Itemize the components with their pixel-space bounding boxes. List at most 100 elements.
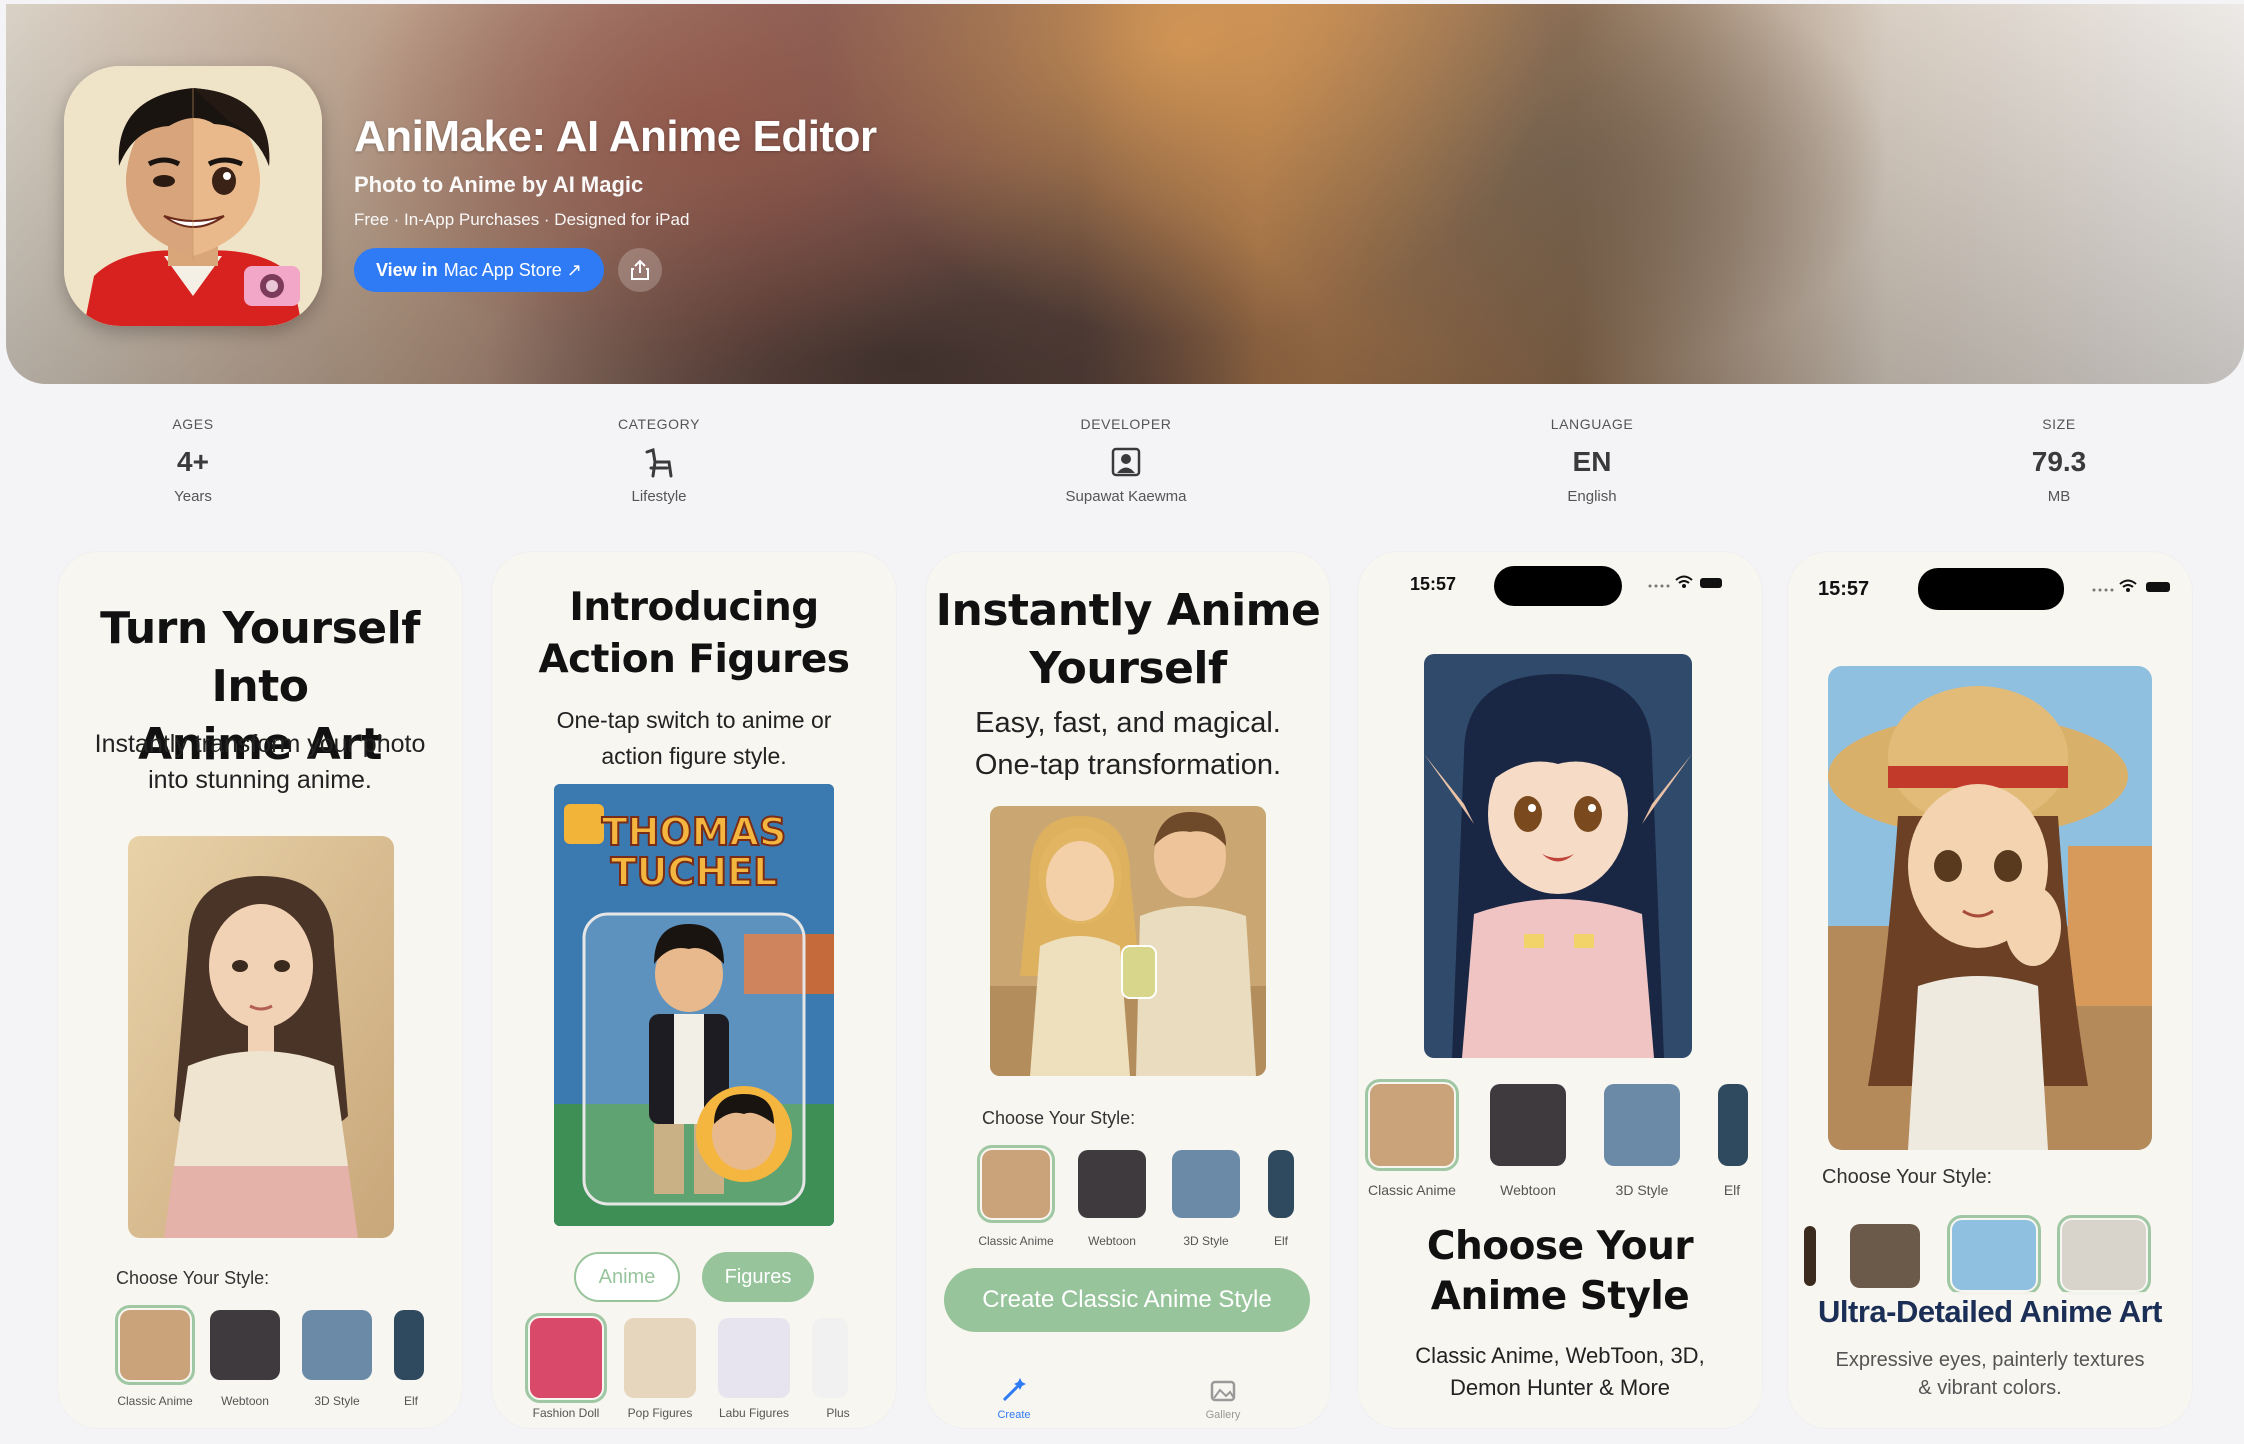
info-sub: Years [174, 488, 212, 505]
card-headline: Introducing [569, 585, 819, 630]
info-developer: DEVELOPER Supawat Kaewma [976, 416, 1276, 505]
nav-gallery-tab[interactable]: Gallery [1188, 1376, 1258, 1421]
thumb-caption: Pop Figures [627, 1406, 693, 1420]
card-subtext: Easy, fast, and magical. [975, 707, 1281, 739]
info-label: SIZE [2042, 416, 2076, 432]
screenshot-card-2[interactable]: Introducing Action Figures One-tap switc… [492, 552, 896, 1428]
card-subtext: Classic Anime, WebToon, 3D, [1415, 1343, 1705, 1368]
style-thumb-classic-anime[interactable] [977, 1145, 1055, 1223]
magic-wand-icon [1002, 1378, 1026, 1402]
style-thumb-elf[interactable] [1718, 1084, 1748, 1166]
screenshot-card-1[interactable]: Turn Yourself Into Anime Art Instantly t… [58, 552, 462, 1428]
action-figure-box-image: THOMAS TUCHEL [554, 784, 834, 1226]
thumb-caption: Classic Anime [978, 1234, 1054, 1248]
tab-figures[interactable]: Figures [702, 1252, 814, 1302]
anime-elf-girl-image [1424, 654, 1692, 1058]
dynamic-island [1494, 566, 1622, 606]
anime-straw-hat-girl-image [1828, 666, 2152, 1150]
card-subtext: & vibrant colors. [1918, 1377, 2062, 1399]
share-icon [630, 259, 649, 280]
info-value: 4+ [177, 446, 209, 477]
thumb-caption: Classic Anime [1368, 1182, 1456, 1198]
app-subtitle: Photo to Anime by AI Magic [354, 172, 644, 197]
style-thumb-cat[interactable] [2057, 1215, 2151, 1295]
style-thumb-webtoon[interactable] [210, 1310, 280, 1380]
style-thumb-classic-anime[interactable] [115, 1305, 195, 1385]
style-thumb-3d[interactable] [1172, 1150, 1240, 1218]
style-thumb-plus[interactable] [812, 1318, 848, 1398]
info-label: DEVELOPER [1080, 416, 1172, 432]
style-thumb-elf[interactable] [394, 1310, 424, 1380]
screenshot-card-3[interactable]: Instantly Anime Yourself Easy, fast, and… [926, 552, 1330, 1428]
card-subtext: Instantly transform your photo [94, 730, 426, 758]
status-icons [1648, 575, 1722, 588]
info-label: AGES [172, 416, 214, 432]
thumb-caption: 3D Style [1615, 1182, 1669, 1198]
style-thumb-pop-figures[interactable] [624, 1318, 696, 1398]
card-headline: Yourself [1029, 643, 1227, 694]
thumb-caption: Elf [403, 1394, 418, 1408]
card-headline: Ultra-Detailed Anime Art [1818, 1294, 2163, 1329]
card-subtext: Demon Hunter & More [1449, 1375, 1671, 1400]
app-header-text: AniMake: AI Anime Editor Photo to Anime … [354, 112, 877, 292]
screenshot-card-5[interactable]: 15:57 Choose Your Style: Ultra-Detailed … [1788, 552, 2192, 1428]
thumb-caption: Fashion Doll [532, 1406, 600, 1420]
status-time: 15:57 [1410, 574, 1457, 594]
style-thumb-fashion-doll[interactable] [525, 1313, 607, 1403]
style-thumb-webtoon[interactable] [1490, 1084, 1566, 1166]
style-thumb-webtoon[interactable] [1078, 1150, 1146, 1218]
thumb-caption: Elf [1273, 1234, 1288, 1248]
app-title: AniMake: AI Anime Editor [354, 112, 877, 161]
thumb-caption: Webtoon [1088, 1234, 1136, 1248]
thumb-caption: Classic Anime [117, 1394, 193, 1408]
app-info-row: AGES 4+ Years CATEGORY Lifestyle DEVELOP… [0, 416, 2244, 516]
info-size: SIZE 79.3 MB [1909, 416, 2209, 505]
view-in-mac-app-store-button[interactable]: View in Mac App Store ↗ [354, 248, 604, 292]
app-hero-banner: AniMake: AI Anime Editor Photo to Anime … [6, 4, 2244, 384]
anime-face-illustration [64, 66, 322, 326]
nav-create-tab[interactable]: Create [984, 1376, 1044, 1421]
nav-label: Gallery [1205, 1409, 1241, 1421]
thumb-caption: Elf [1723, 1182, 1741, 1198]
info-sub: Lifestyle [631, 488, 687, 505]
style-thumb-3d[interactable] [1604, 1084, 1680, 1166]
thumb-caption: Webtoon [221, 1394, 269, 1408]
figure-box-name: THOMAS [601, 810, 788, 854]
store-button-bold: View in [376, 259, 438, 280]
info-value [976, 444, 1276, 480]
info-sub: MB [2047, 488, 2071, 505]
card-headline: Choose Your [1426, 1224, 1694, 1269]
card-subtext: One-tap switch to anime or [556, 707, 832, 733]
figure-box-name: TUCHEL [610, 850, 779, 894]
thumb-caption: Labu Figures [718, 1406, 790, 1420]
info-value [509, 444, 809, 480]
card-headline: Turn Yourself Into [100, 603, 420, 712]
screenshot-card-4[interactable]: 15:57 Classic Anime Webtoon 3D Style Elf… [1358, 552, 1762, 1428]
person-badge-icon [1111, 447, 1141, 477]
app-meta: Free · In-App Purchases · Designed for i… [354, 210, 690, 229]
anime-girl-image [128, 836, 394, 1238]
style-thumb-partial[interactable] [1804, 1226, 1816, 1286]
style-thumb-webtoon[interactable] [1850, 1224, 1920, 1288]
choose-style-label: Choose Your Style: [982, 1108, 1136, 1128]
style-thumb-3d[interactable] [302, 1310, 372, 1380]
create-classic-anime-style-button[interactable]: Create Classic Anime Style [944, 1268, 1310, 1332]
tab-anime[interactable]: Anime [574, 1252, 680, 1302]
style-thumb-classic-anime[interactable] [1365, 1079, 1459, 1171]
status-icons [2092, 579, 2170, 592]
style-thumb-straw-hat[interactable] [1947, 1215, 2041, 1295]
info-category: CATEGORY Lifestyle [509, 416, 809, 505]
card-subtext: One-tap transformation. [974, 749, 1282, 781]
share-button[interactable] [617, 248, 662, 292]
card-subtext: into stunning anime. [148, 766, 372, 794]
style-thumb-elf[interactable] [1268, 1150, 1294, 1218]
nav-label: Create [997, 1409, 1031, 1421]
style-thumb-labu-figures[interactable] [718, 1318, 790, 1398]
gallery-icon [1210, 1380, 1236, 1402]
card-headline: Anime Style [1430, 1274, 1690, 1319]
app-icon [64, 66, 322, 326]
info-language: LANGUAGE EN English [1442, 416, 1742, 505]
card-headline: Action Figures [538, 637, 850, 682]
dynamic-island [1918, 568, 2064, 610]
chair-icon [645, 448, 673, 478]
